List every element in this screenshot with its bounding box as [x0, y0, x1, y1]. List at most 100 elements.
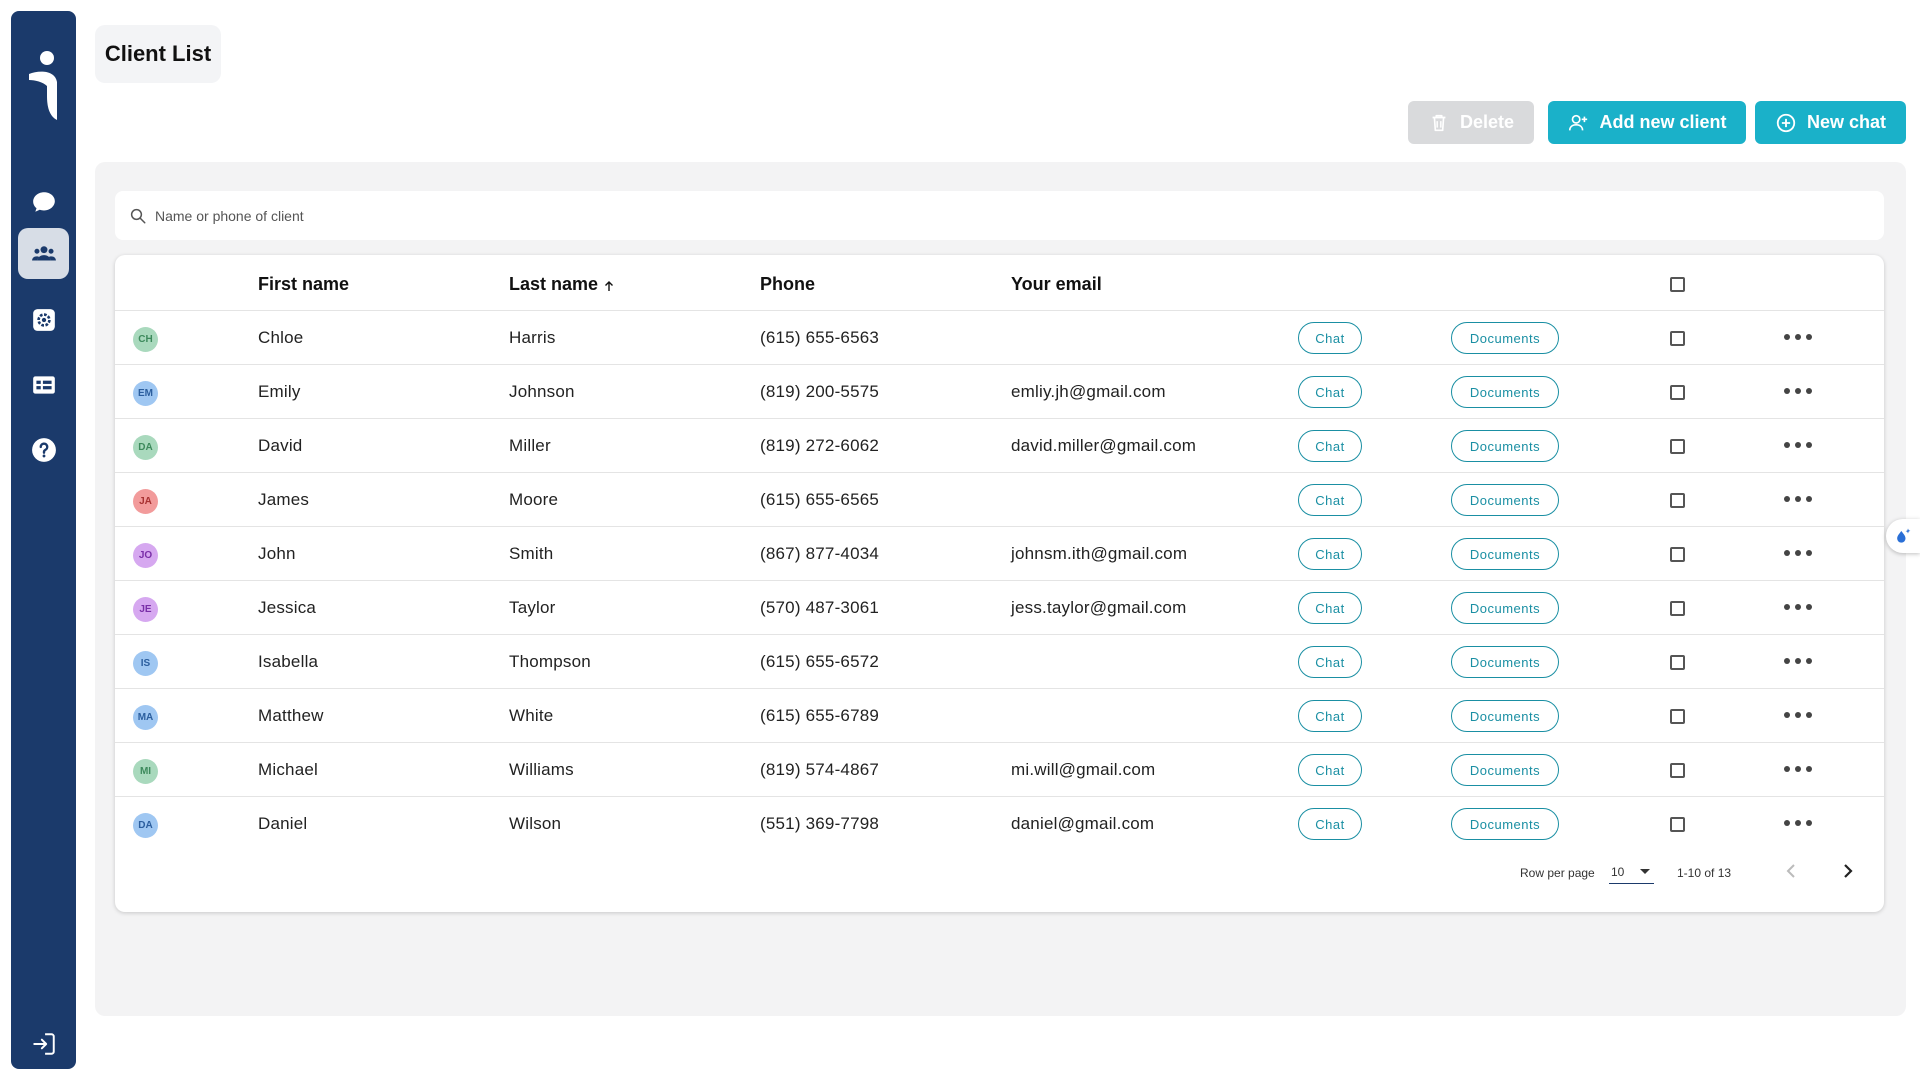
chat-button[interactable]: Chat: [1298, 592, 1362, 624]
more-options-icon[interactable]: [1784, 330, 1812, 344]
search-input[interactable]: [155, 207, 1755, 224]
table-row[interactable]: MI Michael Williams (819) 574-4867 mi.will@g…: [115, 743, 1884, 797]
row-checkbox[interactable]: [1670, 439, 1685, 454]
chevron-right-icon[interactable]: [1836, 859, 1860, 883]
first-name-cell: Isabella: [258, 652, 319, 671]
documents-button[interactable]: Documents: [1451, 808, 1559, 840]
row-checkbox[interactable]: [1670, 655, 1685, 670]
avatar: MI: [133, 759, 158, 784]
select-all-checkbox[interactable]: [1670, 277, 1685, 292]
phone-cell: (570) 487-3061: [760, 598, 880, 617]
table-row[interactable]: CH Chloe Harris (615) 655-6563 Chat Documents: [115, 311, 1884, 365]
chat-button[interactable]: Chat: [1298, 322, 1362, 354]
rows-per-page-select[interactable]: 10: [1609, 857, 1654, 884]
sidebar-item-help[interactable]: [18, 424, 69, 475]
more-options-icon[interactable]: [1784, 816, 1812, 830]
sidebar-item-clients[interactable]: [18, 228, 69, 279]
table-row[interactable]: EM Emily Johnson (819) 200-5575 emliy.jh@gma…: [115, 365, 1884, 419]
last-name-cell: Thompson: [509, 652, 591, 671]
search-bar[interactable]: [115, 191, 1884, 240]
new-chat-button[interactable]: New chat: [1755, 101, 1906, 144]
chat-button[interactable]: Chat: [1298, 376, 1362, 408]
phone-cell: (615) 655-6789: [760, 706, 880, 725]
documents-button[interactable]: Documents: [1451, 538, 1559, 570]
chevron-down-icon: [1640, 869, 1650, 874]
table-row[interactable]: JA James Moore (615) 655-6565 Chat Documents: [115, 473, 1884, 527]
last-name-cell: Miller: [509, 436, 551, 455]
documents-button[interactable]: Documents: [1451, 376, 1559, 408]
column-first-name[interactable]: First name: [258, 274, 349, 295]
first-name-cell: Michael: [258, 760, 318, 779]
more-options-icon[interactable]: [1784, 654, 1812, 668]
row-checkbox[interactable]: [1670, 763, 1685, 778]
page-range: 1-10 of 13: [1677, 866, 1732, 880]
row-checkbox[interactable]: [1670, 385, 1685, 400]
last-name-cell: Williams: [509, 760, 574, 779]
avatar: JE: [133, 597, 158, 622]
chat-button[interactable]: Chat: [1298, 646, 1362, 678]
phone-cell: (551) 369-7798: [760, 814, 880, 833]
documents-button[interactable]: Documents: [1451, 430, 1559, 462]
settings-icon: [32, 308, 55, 331]
phone-cell: (819) 200-5575: [760, 382, 880, 401]
chat-button[interactable]: Chat: [1298, 430, 1362, 462]
more-options-icon[interactable]: [1784, 492, 1812, 506]
help-icon: [31, 437, 56, 462]
avatar: DA: [133, 435, 158, 460]
row-checkbox[interactable]: [1670, 331, 1685, 346]
documents-button[interactable]: Documents: [1451, 592, 1559, 624]
more-options-icon[interactable]: [1784, 384, 1812, 398]
chat-button[interactable]: Chat: [1298, 754, 1362, 786]
page-title: Client List: [95, 25, 221, 83]
table-row[interactable]: JO John Smith (867) 877-4034 johnsm.ith@gmai…: [115, 527, 1884, 581]
first-name-cell: John: [258, 544, 296, 563]
first-name-cell: James: [258, 490, 310, 509]
avatar: DA: [133, 813, 158, 838]
more-options-icon[interactable]: [1784, 546, 1812, 560]
logo-icon: [29, 51, 57, 120]
chat-button[interactable]: Chat: [1298, 700, 1362, 732]
last-name-cell: White: [509, 706, 554, 725]
chat-button[interactable]: Chat: [1298, 808, 1362, 840]
column-last-name[interactable]: Last name: [509, 274, 615, 295]
delete-button[interactable]: Delete: [1408, 101, 1534, 144]
phone-cell: (615) 655-6565: [760, 490, 880, 509]
row-checkbox[interactable]: [1670, 601, 1685, 616]
floating-assistant-button[interactable]: [1886, 519, 1920, 553]
row-checkbox[interactable]: [1670, 493, 1685, 508]
column-email[interactable]: Your email: [1011, 274, 1102, 295]
documents-button[interactable]: Documents: [1451, 322, 1559, 354]
documents-button[interactable]: Documents: [1451, 700, 1559, 732]
row-checkbox[interactable]: [1670, 709, 1685, 724]
first-name-cell: Emily: [258, 382, 301, 401]
column-last-name-label: Last name: [509, 274, 599, 294]
sidebar-item-templates[interactable]: [18, 359, 69, 410]
add-new-client-button[interactable]: Add new client: [1548, 101, 1746, 144]
table-row[interactable]: DA David Miller (819) 272-6062 david.miller@…: [115, 419, 1884, 473]
sidebar-item-settings[interactable]: [18, 294, 69, 345]
more-options-icon[interactable]: [1784, 708, 1812, 722]
chat-button[interactable]: Chat: [1298, 538, 1362, 570]
documents-button[interactable]: Documents: [1451, 484, 1559, 516]
sidebar-item-chats[interactable]: [18, 176, 69, 227]
table-row[interactable]: JE Jessica Taylor (570) 487-3061 jess.taylor…: [115, 581, 1884, 635]
table-row[interactable]: IS Isabella Thompson (615) 655-6572 Chat Docu…: [115, 635, 1884, 689]
logout-icon[interactable]: [31, 1031, 57, 1057]
chat-button[interactable]: Chat: [1298, 484, 1362, 516]
table-row[interactable]: DA Daniel Wilson (551) 369-7798 daniel@gmail…: [115, 797, 1884, 851]
row-checkbox[interactable]: [1670, 547, 1685, 562]
documents-button[interactable]: Documents: [1451, 754, 1559, 786]
first-name-cell: Daniel: [258, 814, 308, 833]
more-options-icon[interactable]: [1784, 762, 1812, 776]
last-name-cell: Wilson: [509, 814, 562, 833]
table-row[interactable]: MA Matthew White (615) 655-6789 Chat Document…: [115, 689, 1884, 743]
client-table: First name Last name Phone Your email CH…: [115, 255, 1884, 912]
chevron-left-icon[interactable]: [1779, 859, 1803, 883]
email-cell: mi.will@gmail.com: [1011, 760, 1156, 779]
more-options-icon[interactable]: [1784, 600, 1812, 614]
row-checkbox[interactable]: [1670, 817, 1685, 832]
documents-button[interactable]: Documents: [1451, 646, 1559, 678]
phone-cell: (819) 574-4867: [760, 760, 880, 779]
column-phone[interactable]: Phone: [760, 274, 815, 295]
more-options-icon[interactable]: [1784, 438, 1812, 452]
